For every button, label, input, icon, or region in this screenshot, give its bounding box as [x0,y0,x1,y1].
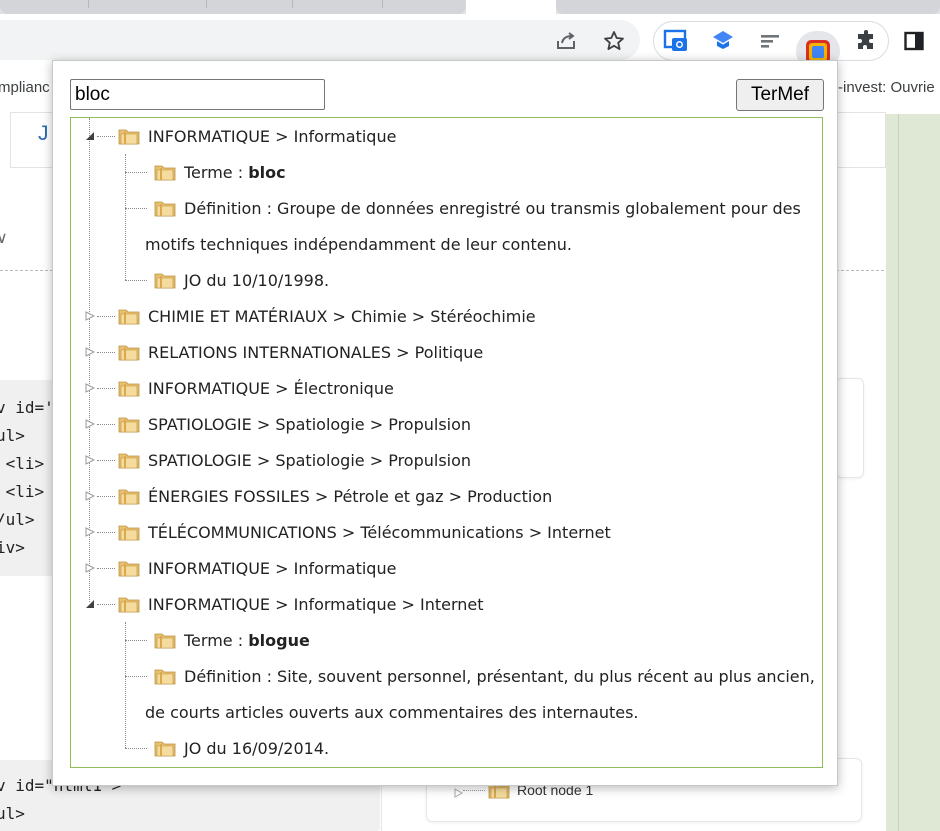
screenshot-extension-icon[interactable] [663,28,689,54]
expander-icon[interactable] [454,785,464,798]
code-line: ul> [0,804,25,823]
page-header-letter[interactable]: J [38,122,49,146]
definition-text-continued: motifs techniques indépendamment de leur… [145,234,572,254]
termef-popup: TerMef INFORMATIQUE > Informatique Terme… [52,60,838,786]
results-tree: INFORMATIQUE > Informatique Terme : bloc… [70,117,823,768]
star-icon[interactable] [601,28,627,54]
search-input[interactable] [70,79,325,110]
browser-toolbar [0,14,940,71]
domain-label[interactable]: INFORMATIQUE > Électronique [148,379,394,398]
term-row[interactable]: Terme : bloc [184,163,286,182]
domain-label[interactable]: TÉLÉCOMMUNICATIONS > Télécommunications … [148,523,611,542]
browser-tab[interactable] [0,0,466,14]
term-value: blogue [248,630,310,650]
bookmark-item[interactable]: mplianc [0,79,50,96]
definition-text[interactable]: Définition : Groupe de données enregistr… [184,199,801,218]
tab-strip [0,0,940,14]
list-extension-icon[interactable] [757,28,783,54]
termef-button[interactable]: TerMef [736,79,824,111]
browser-tab[interactable] [556,0,940,14]
sidepanel-icon[interactable] [901,28,927,54]
page-right-strip [886,114,940,831]
definition-text-continued: de courts articles ouverts aux commentai… [145,702,639,722]
domain-label[interactable]: SPATIOLOGIE > Spatiologie > Propulsion [148,415,471,434]
domain-label[interactable]: ÉNERGIES FOSSILES > Pétrole et gaz > Pro… [148,487,552,506]
domain-label[interactable]: INFORMATIQUE > Informatique > Internet [148,595,484,614]
translate-extension-icon[interactable] [710,28,736,54]
domain-label[interactable]: CHIMIE ET MATÉRIAUX > Chimie > Stéréochi… [148,307,536,326]
active-browser-tab[interactable] [466,0,556,14]
source-text[interactable]: JO du 10/10/1998. [184,271,329,290]
chevron-down-icon[interactable]: ∨ [0,228,8,247]
puzzle-icon[interactable] [853,28,879,54]
domain-label[interactable]: INFORMATIQUE > Informatique [148,127,396,146]
domain-label[interactable]: SPATIOLOGIE > Spatiologie > Propulsion [148,451,471,470]
source-text[interactable]: JO du 16/09/2014. [184,739,329,758]
page-card [836,378,864,478]
term-value: bloc [248,162,286,182]
term-label: Terme : [184,630,249,650]
definition-text[interactable]: Définition : Site, souvent personnel, pr… [184,667,815,686]
bookmark-item[interactable]: -invest: Ouvrie [838,79,935,96]
address-bar[interactable] [0,20,640,60]
domain-label[interactable]: RELATIONS INTERNATIONALES > Politique [148,343,483,362]
domain-label[interactable]: INFORMATIQUE > Informatique [148,559,396,578]
share-icon[interactable] [553,28,579,54]
term-label: Terme : [184,162,249,182]
term-row[interactable]: Terme : blogue [184,631,310,650]
